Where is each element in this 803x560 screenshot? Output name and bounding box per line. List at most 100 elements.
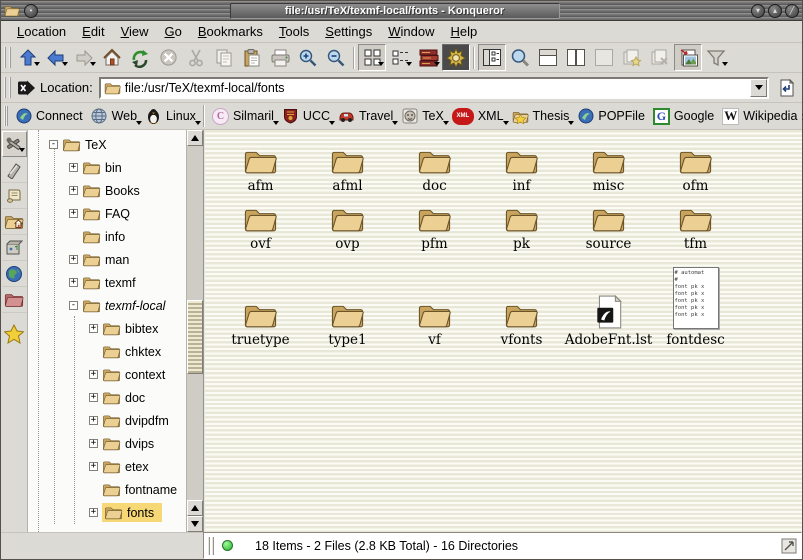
menu-bookmarks[interactable]: Bookmarks	[190, 22, 271, 41]
location-input[interactable]: file:/usr/TeX/texmf-local/fonts	[121, 81, 285, 95]
menu-window[interactable]: Window	[380, 22, 442, 41]
zoom-out-button[interactable]	[322, 44, 350, 71]
tree-item-dvipdfm[interactable]: + dvipdfm	[28, 409, 186, 432]
icon-view-button[interactable]	[358, 44, 386, 71]
new-tab-button[interactable]	[618, 44, 646, 71]
expand-toggle[interactable]: +	[89, 324, 98, 333]
split-view-left-right-button[interactable]	[562, 44, 590, 71]
bookmark-google[interactable]: G Google	[649, 107, 718, 126]
tree-item-FAQ[interactable]: + FAQ	[28, 202, 186, 225]
clear-location-button[interactable]	[14, 74, 38, 101]
stop-button[interactable]	[154, 44, 182, 71]
scroll-up-button[interactable]	[187, 500, 203, 516]
tree-item-bin[interactable]: + bin	[28, 156, 186, 179]
tree-item-info[interactable]: info	[28, 225, 186, 248]
file-item-fontdesc[interactable]: # automat # font pk x font pk x font pk …	[666, 267, 724, 348]
folder-item-vf[interactable]: vf	[417, 301, 452, 348]
folder-item-ofm[interactable]: ofm	[678, 147, 713, 194]
bookmark-web[interactable]: Web	[87, 107, 141, 126]
toolbar-handle[interactable]	[4, 77, 11, 99]
remove-view-button[interactable]	[590, 44, 618, 71]
folder-item-source[interactable]: source	[586, 205, 632, 252]
tree-item-man[interactable]: + man	[28, 248, 186, 271]
resize-grip[interactable]	[781, 538, 797, 554]
bookmark-linux[interactable]: Linux	[141, 107, 200, 126]
collapse-toggle[interactable]: -	[49, 140, 58, 149]
tree-item-etex[interactable]: + etex	[28, 455, 186, 478]
maximize-button[interactable]: ▴	[768, 4, 782, 18]
home-folder-button[interactable]	[2, 209, 27, 235]
image-preview-button[interactable]	[674, 44, 702, 71]
file-item-adobefnt[interactable]: AdobeFnt.lst	[565, 295, 653, 348]
toolbar-handle[interactable]	[4, 47, 11, 69]
menu-location[interactable]: Location	[9, 22, 74, 41]
copy-button[interactable]	[210, 44, 238, 71]
window-menu-folder-icon[interactable]	[4, 4, 20, 17]
expand-toggle[interactable]: +	[89, 416, 98, 425]
tree-item-texmf-local[interactable]: - texmf-local	[28, 294, 186, 317]
folder-item-afm[interactable]: afm	[243, 147, 278, 194]
expand-toggle[interactable]: +	[89, 462, 98, 471]
find-button[interactable]	[506, 44, 534, 71]
show-navigation-panel-button[interactable]	[478, 44, 506, 71]
minimize-button[interactable]: ▾	[751, 4, 765, 18]
back-button[interactable]	[42, 44, 70, 71]
title-bar[interactable]: • file:/usr/TeX/texmf-local/fonts - Konq…	[1, 1, 802, 21]
menu-settings[interactable]: Settings	[317, 22, 380, 41]
folder-item-ovf[interactable]: ovf	[243, 205, 278, 252]
expand-toggle[interactable]: +	[69, 186, 78, 195]
tree-scrollbar[interactable]	[186, 130, 203, 532]
menu-edit[interactable]: Edit	[74, 22, 112, 41]
bookmark-silmaril[interactable]: C Silmaril	[208, 107, 278, 126]
bookmark-wikipedia[interactable]: W Wikipedia	[718, 107, 801, 126]
close-button[interactable]: ╱	[785, 4, 799, 18]
cut-button[interactable]	[182, 44, 210, 71]
sticky-pin-button[interactable]: •	[24, 4, 38, 18]
root-folder-button[interactable]	[2, 287, 27, 313]
tree-item-context[interactable]: + context	[28, 363, 186, 386]
collapse-toggle[interactable]: -	[69, 301, 78, 310]
bookmark-flag-button[interactable]	[2, 157, 27, 183]
scrollbar-thumb[interactable]	[187, 300, 203, 374]
folder-item-pfm[interactable]: pfm	[417, 205, 452, 252]
expand-toggle[interactable]: +	[89, 439, 98, 448]
expand-toggle[interactable]: +	[89, 508, 98, 517]
history-button[interactable]	[2, 183, 27, 209]
expand-toggle[interactable]: +	[69, 255, 78, 264]
folder-contents-view[interactable]: afm afml doc inf misc	[203, 130, 802, 532]
tree-item-chktex[interactable]: chktex	[28, 340, 186, 363]
tree-item-Books[interactable]: + Books	[28, 179, 186, 202]
close-tab-button[interactable]	[646, 44, 674, 71]
list-view-button[interactable]	[386, 44, 414, 71]
expand-toggle[interactable]: +	[89, 370, 98, 379]
menu-go[interactable]: Go	[157, 22, 190, 41]
scroll-down-button[interactable]	[187, 516, 203, 532]
tree-item-fonts[interactable]: + fonts	[28, 501, 186, 524]
tree-item-dvips[interactable]: + dvips	[28, 432, 186, 455]
split-view-top-bottom-button[interactable]	[534, 44, 562, 71]
paste-button[interactable]	[238, 44, 266, 71]
up-button[interactable]	[14, 44, 42, 71]
services-button[interactable]	[2, 235, 27, 261]
bookmarks-panel-button[interactable]	[2, 321, 27, 347]
menu-tools[interactable]: Tools	[271, 22, 317, 41]
scroll-up-button[interactable]	[187, 130, 203, 146]
folder-item-misc[interactable]: misc	[591, 147, 626, 194]
expand-toggle[interactable]: +	[69, 209, 78, 218]
expand-toggle[interactable]: +	[69, 163, 78, 172]
folder-item-doc[interactable]: doc	[417, 147, 452, 194]
gear-button[interactable]	[442, 44, 470, 71]
location-combobox[interactable]: file:/usr/TeX/texmf-local/fonts	[99, 77, 769, 99]
expand-toggle[interactable]: +	[69, 278, 78, 287]
tree-item-texmf[interactable]: + texmf	[28, 271, 186, 294]
bookmark-xml[interactable]: XML XML	[448, 107, 508, 126]
menu-view[interactable]: View	[113, 22, 157, 41]
print-button[interactable]	[266, 44, 294, 71]
tree-item-bibtex[interactable]: + bibtex	[28, 317, 186, 340]
folder-item-vfonts[interactable]: vfonts	[501, 301, 543, 348]
bookmark-ucc[interactable]: UCC	[278, 107, 334, 126]
reload-button[interactable]	[126, 44, 154, 71]
go-button[interactable]	[774, 75, 800, 101]
zoom-in-button[interactable]	[294, 44, 322, 71]
tree-item-doc[interactable]: + doc	[28, 386, 186, 409]
